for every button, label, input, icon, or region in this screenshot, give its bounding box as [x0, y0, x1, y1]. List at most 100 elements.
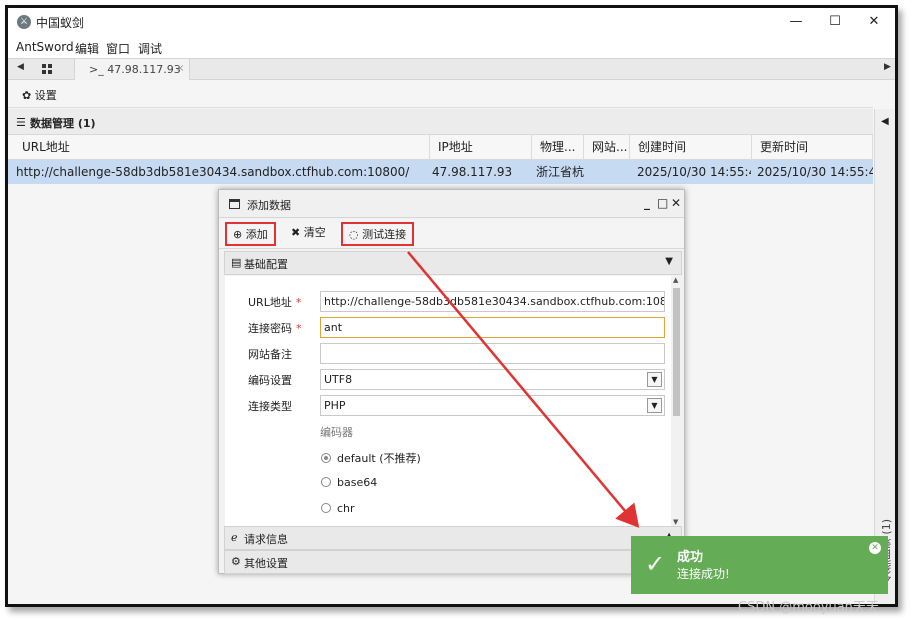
tab-scroll-right-icon[interactable]: ▶: [884, 62, 891, 72]
window-title: 中国蚁剑: [36, 16, 85, 30]
title-bar: ⚔ 中国蚁剑 — ☐ ✕: [8, 8, 895, 36]
row-url: http://challenge-58db3db581e30434.sandbo…: [16, 165, 410, 179]
row-note: [588, 160, 628, 184]
basic-config-label: 基础配置: [244, 258, 288, 271]
menu-antsword[interactable]: AntSword: [16, 40, 74, 54]
column-ip[interactable]: IP地址: [430, 135, 532, 160]
row-updated: 2025/10/30 14:55:46: [757, 165, 873, 179]
chevron-down-icon: ▼: [647, 372, 662, 387]
password-input[interactable]: ant: [320, 317, 665, 338]
column-updated[interactable]: 更新时间: [752, 135, 873, 160]
column-url[interactable]: URL地址: [8, 135, 430, 160]
encoder-option-chr[interactable]: chr: [321, 502, 355, 515]
watermark: CSDN @mooyuan天天: [738, 600, 879, 615]
browser-e-icon: ℯ: [231, 531, 238, 544]
url-label: URL地址 *: [248, 296, 302, 309]
request-info-label: 请求信息: [244, 533, 288, 546]
encoding-value: UTF8: [324, 373, 353, 386]
toast-close-icon[interactable]: ✕: [869, 542, 881, 554]
add-data-dialog: 添加数据 _ □ ✕ ⊕ 添加 ✖ 清空 ◌ 测试连接 ▤ 基础配置 ▼ URL…: [218, 189, 685, 574]
clear-label: 清空: [303, 226, 326, 239]
encoder-option-default[interactable]: default (不推荐): [321, 450, 421, 466]
other-settings-section[interactable]: ⚙ 其他设置: [224, 550, 682, 574]
radio-checked-icon: [321, 453, 331, 463]
menu-edit[interactable]: 编辑: [75, 40, 99, 57]
menu-window[interactable]: 窗口: [106, 40, 130, 57]
row-created: 2025/10/30 14:55:46: [637, 165, 751, 179]
dialog-maximize-button[interactable]: □: [657, 196, 668, 210]
connection-type-select[interactable]: PHP ▼: [320, 395, 665, 416]
column-created[interactable]: 创建时间: [630, 135, 752, 160]
category-side-panel: ◀ 分类目录 (1): [874, 109, 895, 604]
test-connection-label: 测试连接: [362, 228, 407, 241]
chevron-left-icon[interactable]: ◀: [881, 116, 889, 127]
password-label: 连接密码 *: [248, 322, 302, 335]
note-label: 网站备注: [248, 348, 292, 361]
url-input[interactable]: http://challenge-58db3db581e30434.sandbo…: [320, 291, 665, 312]
form-scrollbar[interactable]: ▲ ▼: [671, 276, 682, 526]
scroll-down-icon[interactable]: ▼: [673, 518, 678, 526]
dialog-close-button[interactable]: ✕: [671, 196, 681, 210]
table-row[interactable]: http://challenge-58db3db581e30434.sandbo…: [8, 160, 873, 184]
maximize-button[interactable]: ☐: [820, 12, 850, 32]
dialog-title-bar: 添加数据 _ □ ✕: [219, 190, 684, 218]
tab-scroll-left-icon[interactable]: ◀: [17, 62, 24, 72]
encoding-label: 编码设置: [248, 374, 292, 387]
connection-type-value: PHP: [324, 399, 346, 412]
basic-config-section[interactable]: ▤ 基础配置 ▼: [224, 251, 682, 275]
clear-button[interactable]: ✖ 清空: [285, 222, 332, 246]
checkmark-icon: ✓: [645, 550, 666, 578]
row-ip: 47.98.117.93: [432, 165, 513, 179]
menu-bar: AntSword 编辑 窗口 调试: [8, 36, 895, 58]
encoding-select[interactable]: UTF8 ▼: [320, 369, 665, 390]
column-location[interactable]: 物理...: [532, 135, 584, 160]
gear-icon: ✿: [22, 89, 32, 102]
settings-button[interactable]: ✿ 设置: [22, 87, 57, 103]
list-icon: ☰: [16, 116, 26, 129]
home-grid-icon[interactable]: [42, 64, 52, 74]
spinner-icon: ◌: [349, 228, 359, 241]
menu-debug[interactable]: 调试: [138, 40, 162, 57]
other-settings-label: 其他设置: [244, 557, 288, 570]
dialog-minimize-button[interactable]: _: [644, 196, 650, 210]
tab-bar: ◀ >_ 47.98.117.93 × ▶: [8, 58, 895, 80]
tab-label: >_ 47.98.117.93: [89, 63, 181, 76]
close-window-button[interactable]: ✕: [859, 12, 889, 32]
success-toast: ✓ 成功 连接成功! ✕: [631, 536, 888, 594]
window-icon: [229, 199, 240, 209]
radio-unchecked-icon: [321, 503, 331, 513]
request-info-section[interactable]: ℯ 请求信息 ▲: [224, 526, 682, 550]
data-panel-header: ☰ 数据管理 (1): [8, 109, 873, 135]
encoder-label: 编码器: [320, 426, 353, 439]
connection-type-label: 连接类型: [248, 400, 292, 413]
dialog-title: 添加数据: [247, 199, 291, 212]
toast-title: 成功: [677, 550, 704, 565]
add-label: 添加: [245, 228, 268, 241]
encoder-option-base64[interactable]: base64: [321, 476, 377, 489]
scroll-thumb[interactable]: [673, 288, 680, 416]
app-window: ⚔ 中国蚁剑 — ☐ ✕ AntSword 编辑 窗口 调试 ◀ >_ 47.9…: [5, 5, 898, 607]
column-note[interactable]: 网站...: [584, 135, 630, 160]
x-icon: ✖: [291, 226, 301, 239]
plus-circle-icon: ⊕: [233, 228, 243, 241]
note-input[interactable]: [320, 343, 665, 364]
chevron-down-icon: ▼: [665, 256, 673, 267]
test-connection-button[interactable]: ◌ 测试连接: [341, 222, 415, 246]
settings-label: 设置: [34, 89, 57, 102]
document-icon: ▤: [231, 256, 242, 269]
tab-terminal[interactable]: >_ 47.98.117.93 ×: [74, 59, 190, 80]
toast-message: 连接成功!: [677, 567, 730, 581]
antsword-logo-icon: ⚔: [17, 15, 31, 29]
scroll-up-icon[interactable]: ▲: [673, 276, 678, 284]
radio-unchecked-icon: [321, 477, 331, 487]
tab-close-icon[interactable]: ×: [176, 63, 184, 74]
minimize-button[interactable]: —: [781, 12, 811, 32]
gears-icon: ⚙: [231, 555, 241, 568]
dialog-toolbar: ⊕ 添加 ✖ 清空 ◌ 测试连接: [219, 219, 684, 249]
table-header: URL地址 IP地址 物理... 网站... 创建时间 更新时间: [8, 135, 873, 160]
chevron-down-icon: ▼: [647, 398, 662, 413]
row-location: 浙江省杭: [536, 165, 584, 179]
basic-config-form: URL地址 * http://challenge-58db3db581e30434…: [225, 276, 671, 526]
panel-title: 数据管理 (1): [30, 117, 96, 130]
add-button[interactable]: ⊕ 添加: [225, 222, 276, 246]
